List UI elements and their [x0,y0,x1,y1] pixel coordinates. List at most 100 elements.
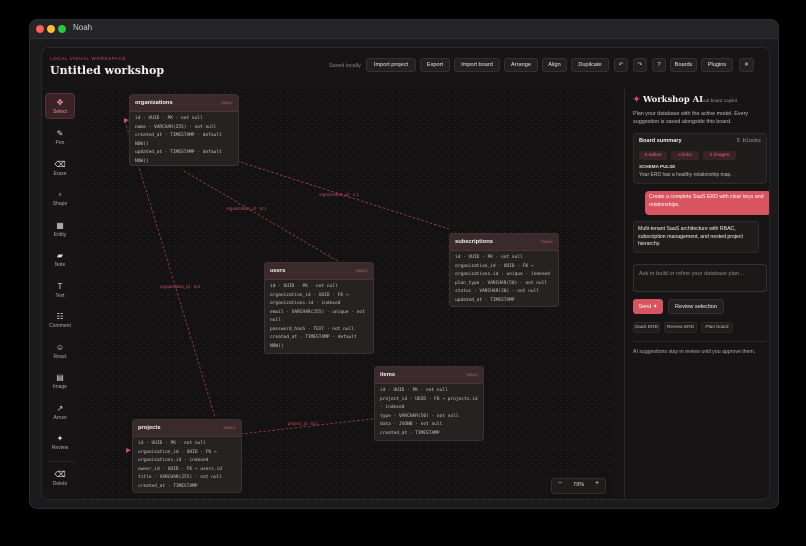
entity-field: created_at · TIMESTAMP [138,483,198,489]
entity-field: email · VARCHAR(255) · unique · not null [270,309,368,324]
entity-tag: TABLE [220,101,233,105]
tool-label: Arrow [53,414,67,421]
zoom-out-button[interactable]: − [558,480,562,487]
arrow-icon: ↗ [56,403,64,413]
quick-chip-plan-board[interactable]: Plan board [701,322,733,333]
tool-review[interactable]: ✦ Review [45,429,75,455]
entity-projects[interactable]: projects TABLE id · UUID · PK · not null … [132,419,242,493]
export-button[interactable]: Export [420,58,450,72]
entity-subscriptions[interactable]: subscriptions TABLE id · UUID · PK · not … [449,233,559,307]
entity-field: id · UUID · PK · not null [270,284,338,289]
tool-label: Pen [55,139,65,146]
tool-comment[interactable]: ☷ Comment [45,307,75,333]
arrange-button[interactable]: Arrange [504,58,538,72]
tool-arrow[interactable]: ↗ Arrow [45,399,75,425]
save-status: Saved locally [329,63,361,69]
import-board-button[interactable]: Import board [454,58,500,72]
tool-react[interactable]: ☺ React [45,338,75,364]
note-icon: ▰ [56,250,64,260]
board-summary-card: Board summary 5 blocks 5 tables 4 links … [633,133,767,184]
entity-organizations[interactable]: organizations TABLE id · UUID · PK · not … [129,94,239,166]
tool-note[interactable]: ▰ Note [45,246,75,272]
entity-users[interactable]: users TABLE id · UUID · PK · not null org… [264,262,374,354]
relation-line-org-users[interactable] [183,170,342,264]
tool-label: Shape [52,200,68,207]
tool-image[interactable]: ▤ Image [45,368,75,394]
relation-label[interactable]: organization_id · 1:1 [319,192,359,197]
prompt-input[interactable]: Ask to build or refine your database pla… [633,264,767,292]
entity-items[interactable]: items TABLE id · UUID · PK · not null pro… [374,366,484,441]
summary-chip: 5 tables [639,151,667,160]
minimize-window-button[interactable] [47,25,55,33]
tool-text[interactable]: T Text [45,277,75,303]
entity-field: created_at · TIMESTAMP · default NOW() [270,335,360,349]
comment-icon: ☷ [56,311,64,321]
undo-button[interactable]: ↶ [614,58,628,72]
schema-pulse-title: SCHEMA PULSE [639,164,676,169]
entity-field: name · VARCHAR(255) · not null [135,124,217,130]
board-canvas[interactable]: organization_id · 1:1 organization_id · … [81,89,612,499]
tool-shape[interactable]: ▫ Shape [45,185,75,211]
summary-chip: 4 links [671,151,699,160]
tool-entity[interactable]: ▦ Entity [45,216,75,242]
page-title[interactable]: Untitled workshop [50,64,164,77]
entity-field: password_hash · TEXT · not null [270,326,354,332]
tool-erase[interactable]: ⌫ Erase [45,155,75,181]
tool-label: Delete [52,480,68,487]
send-button[interactable]: Send ✦ [633,299,663,314]
app-window: Noah LOCAL VISUAL WORKSPACE Untitled wor… [29,19,779,509]
table-icon: ▦ [56,220,64,230]
title-bar: Noah [30,20,778,39]
zoom-in-button[interactable]: + [595,480,599,487]
tool-select[interactable]: ✥ Select [45,93,75,119]
image-icon: ▤ [56,372,64,382]
tool-label: Text [55,292,65,299]
entity-field: data · JSONB · not null [380,422,443,427]
align-button[interactable]: Align [542,58,567,72]
move-icon: ✥ [56,97,64,107]
import-project-button[interactable]: Import project [366,58,416,72]
schema-pulse-text: Your ERD has a healthy relationship map. [639,172,732,178]
sparkle-icon: ✦ [633,94,643,104]
duplicate-button[interactable]: Duplicate [571,58,609,72]
entity-field: id · UUID · PK · not null [135,116,203,121]
boards-button[interactable]: Boards [670,58,697,72]
zoom-window-button[interactable] [58,25,66,33]
smile-icon: ☺ [55,342,65,352]
tool-label: Erase [53,170,67,177]
review-selection-button[interactable]: Review selection [668,299,724,314]
tool-delete[interactable]: ⌫ Delete [45,465,75,491]
panel-divider [633,341,767,342]
delete-icon: ⌫ [54,469,66,479]
entity-title: organizations [135,100,173,106]
plugins-button[interactable]: Plugins [701,58,733,72]
redo-button[interactable]: ↷ [633,58,647,72]
relation-label[interactable]: organization_id · N:1 [160,284,201,289]
close-window-button[interactable] [36,25,44,33]
entity-field: id · UUID · PK · not null [455,255,523,260]
tool-pen[interactable]: ✎ Pen [45,124,75,150]
entity-tag: TABLE [465,373,478,377]
close-panel-button[interactable]: ✕ [739,58,754,72]
relation-label[interactable]: organization_id · N:1 [226,206,267,211]
entity-field: organization_id · UUID · FK → organizati… [270,292,352,307]
help-button[interactable]: ? [652,58,666,72]
tool-label: Image [53,383,67,390]
quick-chip-saas-erd[interactable]: SaaS ERD [633,322,660,333]
tool-label: Note [54,261,66,268]
entity-tag: TABLE [355,269,368,273]
summary-title: Board summary [639,138,682,144]
entity-field: title · VARCHAR(255) · not null [138,475,222,480]
relation-label[interactable]: project_id · N:1 [288,421,318,426]
tool-divider [48,461,74,462]
quick-chip-review-erd[interactable]: Review ERD [664,322,697,333]
user-message: Create a complete SaaS ERD with clear ke… [645,191,769,215]
eraser-icon: ⌫ [54,159,66,169]
entity-field: updated_at · TIMESTAMP [455,297,515,303]
ai-message: Multi-tenant SaaS architecture with RBAC… [633,221,759,253]
entity-title: items [380,372,396,378]
entity-title: projects [138,425,161,431]
workspace-app: LOCAL VISUAL WORKSPACE Untitled workshop… [41,47,770,500]
entity-field: id · UUID · PK · not null [138,441,206,446]
ai-title-text: Workshop AI [642,94,704,104]
